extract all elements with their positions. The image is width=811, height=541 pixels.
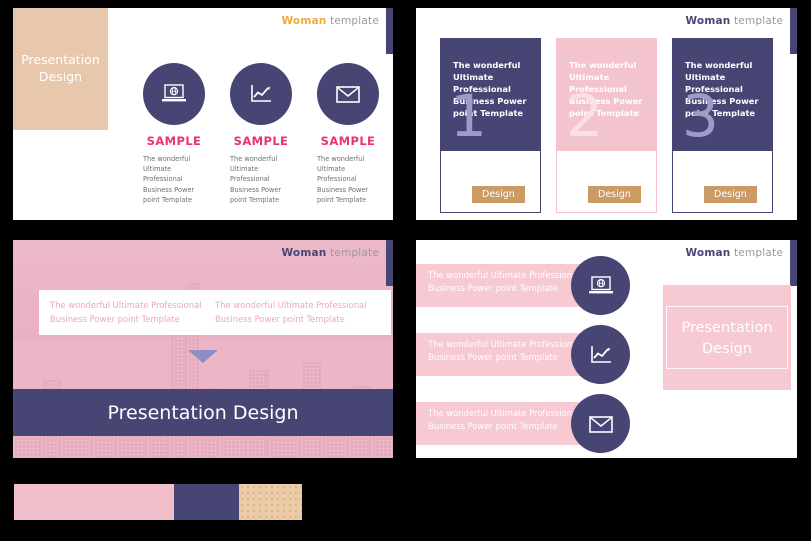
banner-bar: Presentation Design — [13, 389, 393, 436]
column-body — [556, 151, 657, 213]
column-number: 3 — [682, 82, 719, 150]
feature-item-3[interactable]: SAMPLE The wonderful Ultimate Profession… — [313, 63, 383, 205]
swatch-tan — [239, 484, 302, 520]
brand-name: Woman — [281, 15, 327, 27]
feature-item-2[interactable]: SAMPLE The wonderful Ultimate Profession… — [226, 63, 296, 205]
text-card-2: The wonderful Ultimate Professional Busi… — [204, 290, 391, 336]
brand-name: Woman — [685, 15, 731, 27]
swatch-navy — [174, 484, 239, 520]
brand-suffix: template — [330, 247, 379, 259]
panel-title: Presentation Design — [21, 52, 100, 84]
brand-suffix: template — [734, 15, 783, 27]
swatch-pink — [14, 484, 174, 520]
feature-title: SAMPLE — [233, 134, 289, 148]
column-card-2[interactable]: The wonderful Ultimate Professional Busi… — [556, 38, 657, 213]
feature-title: SAMPLE — [320, 134, 376, 148]
envelope-icon[interactable] — [571, 394, 630, 453]
brand-name: Woman — [281, 247, 327, 259]
presentation-design-callout: Presentation Design — [663, 285, 791, 390]
brand-header: Woman template — [282, 15, 379, 27]
column-number: 2 — [566, 82, 603, 150]
callout-frame: Presentation Design — [666, 305, 788, 370]
column-number: 1 — [450, 82, 487, 150]
design-button[interactable]: Design — [472, 186, 525, 203]
slide-accent-bar — [386, 8, 393, 54]
feature-body: The wonderful Ultimate Professional Busi… — [143, 155, 195, 204]
slide-three-columns[interactable]: Woman template The wonderful Ultimate Pr… — [416, 8, 797, 220]
slide-accent-bar — [790, 8, 797, 54]
laptop-globe-icon[interactable] — [571, 256, 630, 315]
arrow-down-icon — [188, 350, 218, 363]
feature-body: The wonderful Ultimate Professional Busi… — [230, 155, 282, 204]
feature-body: The wonderful Ultimate Professional Busi… — [317, 155, 369, 204]
text-card-1: The wonderful Ultimate Professional Busi… — [39, 290, 213, 336]
design-button[interactable]: Design — [704, 186, 757, 203]
brand-header: Woman template — [686, 247, 783, 259]
slide-accent-bar — [386, 240, 393, 286]
feature-item-1[interactable]: SAMPLE The wonderful Ultimate Profession… — [139, 63, 209, 205]
column-body — [440, 151, 541, 213]
brand-suffix: template — [330, 15, 379, 27]
laptop-globe-icon[interactable] — [143, 63, 205, 125]
banner-title: Presentation Design — [107, 401, 299, 424]
callout-title: Presentation Design — [681, 319, 773, 357]
color-palette — [14, 484, 302, 520]
presentation-design-panel: Presentation Design — [13, 8, 108, 130]
brand-header: Woman template — [282, 247, 379, 259]
brand-suffix: template — [734, 247, 783, 259]
text-card-body: The wonderful Ultimate Professional Busi… — [50, 300, 202, 324]
column-body — [672, 151, 773, 213]
design-button[interactable]: Design — [588, 186, 641, 203]
brand-header: Woman template — [686, 15, 783, 27]
envelope-icon[interactable] — [317, 63, 379, 125]
feature-title: SAMPLE — [146, 134, 202, 148]
text-card-body: The wonderful Ultimate Professional Busi… — [215, 300, 367, 324]
slide-accent-bar — [790, 240, 797, 286]
line-chart-icon[interactable] — [571, 325, 630, 384]
slide-icon-list[interactable]: Woman template The wonderful Ultimate Pr… — [416, 240, 797, 458]
column-card-3[interactable]: The wonderful Ultimate Professional Busi… — [672, 38, 773, 213]
brand-name: Woman — [685, 247, 731, 259]
slide-icons-sample[interactable]: Woman template Presentation Design SAMPL… — [13, 8, 393, 220]
column-card-1[interactable]: The wonderful Ultimate Professional Busi… — [440, 38, 541, 213]
slide-cityscape-banner[interactable]: Woman template The wonderful Ultimate Pr… — [13, 240, 393, 458]
line-chart-icon[interactable] — [230, 63, 292, 125]
